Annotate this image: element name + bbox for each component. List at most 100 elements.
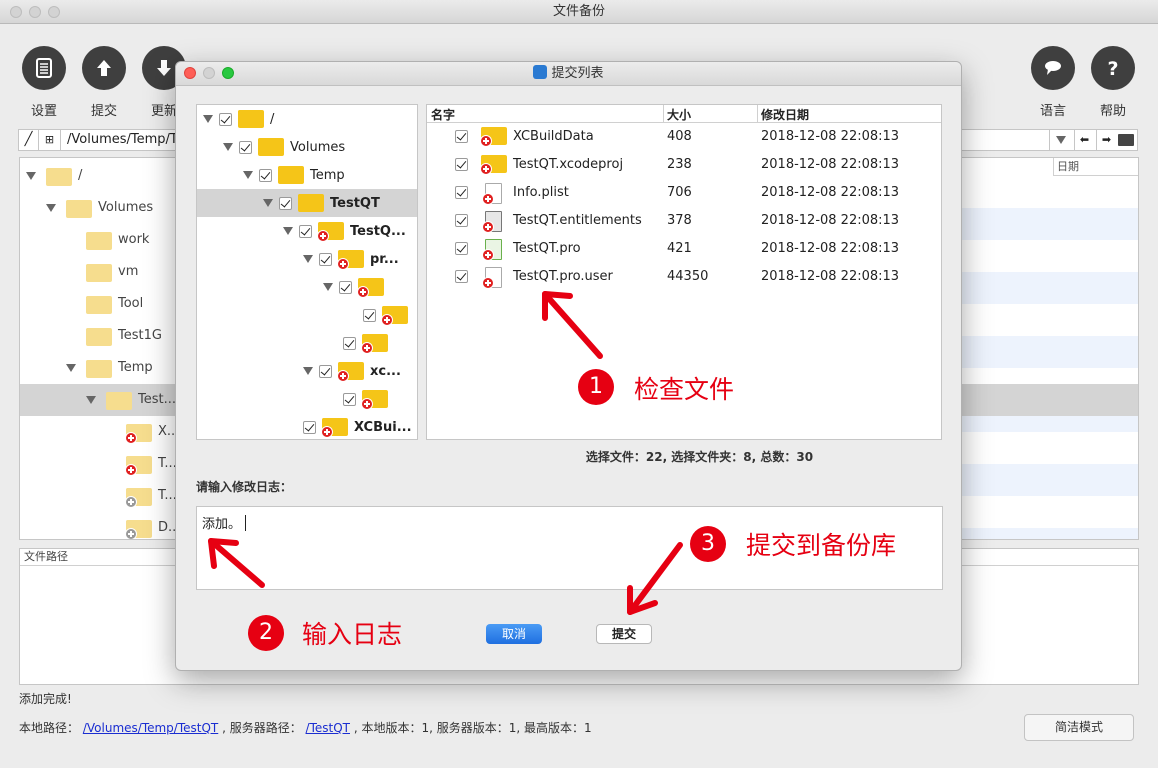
dialog-zoom-button[interactable] — [222, 67, 234, 79]
folder-icon — [46, 168, 72, 186]
chevron-down-icon[interactable] — [1056, 136, 1066, 144]
file-row[interactable]: TestQT.pro 421 2018-12-08 22:08:13 — [427, 235, 941, 263]
checkbox[interactable] — [279, 196, 292, 210]
main-titlebar: 文件备份 — [0, 0, 1158, 24]
tree-row[interactable]: XCBui... — [197, 413, 417, 439]
language-button[interactable] — [1031, 46, 1075, 90]
checkbox[interactable] — [455, 270, 468, 283]
folder-icon — [86, 360, 112, 378]
file-row[interactable]: TestQT.xcodeproj 238 2018-12-08 22:08:13 — [427, 151, 941, 179]
dialog-close-button[interactable] — [184, 67, 196, 79]
checkbox[interactable] — [343, 392, 356, 406]
checkbox[interactable] — [303, 420, 316, 434]
submit-toolbar-label: 提交 — [90, 104, 117, 119]
checkbox[interactable] — [339, 280, 352, 294]
dialog-minimize-button[interactable] — [203, 67, 215, 79]
download-icon — [157, 60, 171, 76]
checkbox[interactable] — [219, 112, 232, 126]
folder-icon — [66, 200, 92, 218]
tree-row[interactable] — [197, 385, 417, 413]
tree-row[interactable]: TestQT — [197, 189, 417, 217]
language-icon — [1045, 61, 1061, 75]
folder-icon — [86, 264, 112, 282]
folder-icon[interactable] — [1118, 134, 1134, 146]
size-column-header[interactable]: 大小 — [667, 106, 691, 123]
log-label: 请输入修改日志： — [196, 480, 293, 494]
simple-mode-button[interactable]: 简洁模式 — [1024, 714, 1134, 741]
folder-icon — [125, 424, 152, 444]
zoom-window-button[interactable] — [48, 6, 60, 18]
file-list-header: 名字 大小 修改日期 — [427, 105, 941, 123]
checkbox[interactable] — [259, 168, 272, 182]
file-row[interactable]: Info.plist 706 2018-12-08 22:08:13 — [427, 179, 941, 207]
dialog-titlebar: 提交列表 — [176, 62, 961, 86]
app-icon — [533, 65, 548, 79]
file-row[interactable]: TestQT.pro.user 44350 2018-12-08 22:08:1… — [427, 263, 941, 291]
local-path-link[interactable]: /Volumes/Temp/TestQT — [83, 721, 218, 735]
entitlements-icon — [481, 211, 507, 233]
checkbox[interactable] — [239, 140, 252, 154]
tree-row[interactable]: / — [197, 105, 417, 133]
folder-icon — [125, 520, 152, 539]
date-column-header[interactable]: 修改日期 — [761, 106, 809, 123]
annotation-number-1: 1 — [578, 369, 614, 405]
info-line: 本地路径： /Volumes/Temp/TestQT , 服务器路径： /Tes… — [19, 721, 592, 735]
selection-summary: 选择文件：22, 选择文件夹：8, 总数：30 — [585, 450, 814, 464]
back-arrow-icon[interactable]: ⬅ — [1074, 130, 1094, 150]
checkbox[interactable] — [455, 214, 468, 227]
file-row[interactable]: TestQT.entitlements 378 2018-12-08 22:08… — [427, 207, 941, 235]
tree-row[interactable]: xc... — [197, 357, 417, 385]
folder-icon — [357, 278, 384, 298]
checkbox[interactable] — [343, 336, 356, 350]
settings-button[interactable] — [22, 46, 66, 90]
submit-toolbar-button[interactable] — [82, 46, 126, 90]
close-window-button[interactable] — [10, 6, 22, 18]
path-controls: ⬅ ➡ — [1049, 130, 1139, 150]
checkbox[interactable] — [363, 308, 376, 322]
folder-icon — [125, 456, 152, 476]
tree-row[interactable]: Volumes — [197, 133, 417, 161]
checkbox[interactable] — [319, 364, 332, 378]
forward-arrow-icon[interactable]: ➡ — [1096, 130, 1116, 150]
checkbox[interactable] — [319, 252, 332, 266]
checkbox[interactable] — [299, 224, 312, 238]
annotation-number-2: 2 — [248, 615, 284, 651]
root-segment[interactable]: ╱ — [19, 130, 39, 150]
annotation-number-3: 3 — [690, 526, 726, 562]
document-icon — [481, 267, 507, 289]
help-button[interactable]: ? — [1091, 46, 1135, 90]
annotation-text-2: 输入日志 — [302, 620, 403, 649]
tree-row[interactable] — [197, 301, 417, 329]
folder-icon — [86, 296, 112, 314]
tree-row[interactable]: Temp — [197, 161, 417, 189]
folder-icon — [86, 232, 112, 250]
tree-row[interactable] — [197, 329, 417, 357]
annotation-text-3: 提交到备份库 — [746, 531, 897, 560]
folder-icon — [278, 166, 304, 184]
tree-row[interactable]: TestQ... — [197, 217, 417, 245]
file-row[interactable]: XCBuildData 408 2018-12-08 22:08:13 — [427, 123, 941, 151]
minimize-window-button[interactable] — [29, 6, 41, 18]
server-path-link[interactable]: /TestQT — [306, 721, 350, 735]
folder-icon — [480, 127, 507, 147]
settings-icon — [36, 58, 52, 78]
settings-label: 设置 — [30, 104, 57, 119]
checkbox[interactable] — [455, 186, 468, 199]
language-label: 语言 — [1039, 104, 1066, 119]
help-label: 帮助 — [1099, 104, 1126, 119]
path-text: /Volumes/Temp/Te — [67, 132, 184, 147]
cancel-button[interactable]: 取消 — [486, 624, 542, 644]
checkbox[interactable] — [455, 242, 468, 255]
folder-icon — [125, 488, 152, 508]
checkbox[interactable] — [455, 130, 468, 143]
name-column-header[interactable]: 名字 — [431, 106, 455, 123]
tree-row[interactable]: pr... — [197, 245, 417, 273]
help-icon: ? — [1107, 58, 1118, 79]
tree-row[interactable] — [197, 273, 417, 301]
folder-icon — [480, 155, 507, 175]
folder-icon — [337, 250, 364, 270]
tree-icon[interactable]: ⊞ — [39, 130, 61, 150]
submit-dialog: 提交列表 / Volumes Temp TestQT TestQ... pr..… — [175, 61, 962, 671]
submit-button[interactable]: 提交 — [596, 624, 652, 644]
checkbox[interactable] — [455, 158, 468, 171]
